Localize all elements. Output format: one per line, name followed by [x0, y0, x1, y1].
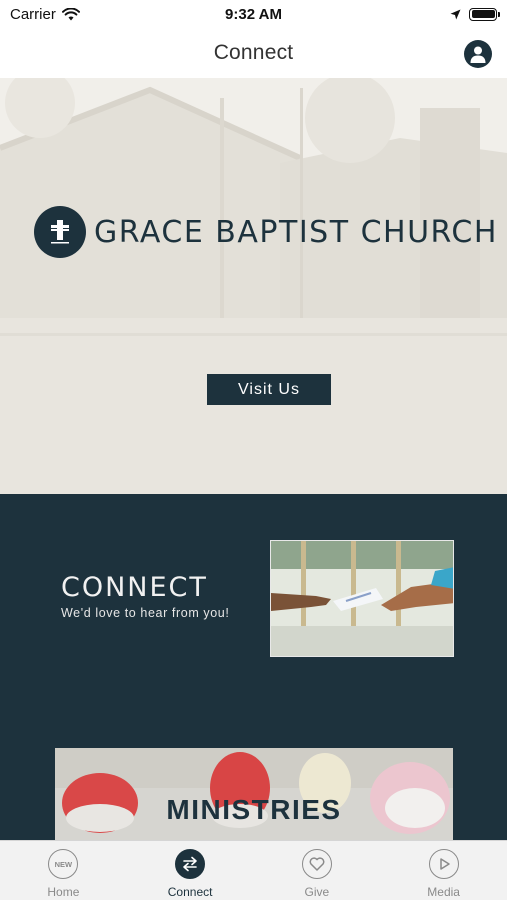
battery-icon	[469, 7, 500, 21]
new-badge-text: NEW	[54, 859, 73, 869]
hero-banner: GRACE BAPTIST CHURCH Visit Us	[0, 78, 507, 494]
connect-subtitle[interactable]: We'd love to hear from you!	[61, 606, 229, 620]
church-building-photo	[0, 78, 507, 494]
carrier-label: Carrier	[10, 5, 56, 23]
cross-icon	[34, 206, 86, 258]
battery-level	[471, 10, 495, 18]
status-right	[327, 7, 500, 21]
connect-photo[interactable]	[270, 540, 454, 657]
status-left: Carrier	[10, 6, 180, 23]
church-name: GRACE BAPTIST CHURCH	[94, 214, 498, 250]
person-icon	[470, 46, 486, 63]
heart-icon	[301, 849, 332, 879]
tab-media[interactable]: Media	[380, 841, 507, 900]
ministries-card[interactable]: MINISTRIES	[55, 748, 453, 840]
wifi-icon	[61, 7, 80, 20]
ministries-title: MINISTRIES	[166, 794, 342, 825]
tab-give-label: Give	[304, 885, 330, 899]
tab-media-label: Media	[427, 885, 460, 899]
connect-heading[interactable]: CONNECT	[61, 572, 208, 603]
tab-connect-label: Connect	[167, 885, 213, 899]
swap-arrows-icon	[175, 849, 206, 879]
new-badge-icon: NEW	[48, 849, 79, 879]
nav-bar: Connect	[0, 28, 507, 78]
content-section: CONNECT We'd love to hear from you! MINI…	[0, 494, 507, 840]
tab-bar: NEW Home Connect Give Media	[0, 840, 507, 900]
tab-home-label: Home	[47, 885, 80, 899]
location-arrow-icon	[450, 9, 461, 19]
tab-home[interactable]: NEW Home	[0, 841, 127, 900]
tab-give[interactable]: Give	[254, 841, 381, 900]
status-time: 9:32 AM	[225, 5, 282, 23]
page-title: Connect	[213, 41, 294, 64]
tab-connect[interactable]: Connect	[127, 841, 254, 900]
visit-us-button[interactable]: Visit Us	[207, 374, 331, 405]
play-icon	[428, 849, 459, 879]
status-bar: Carrier 9:32 AM	[0, 0, 507, 28]
church-logo: GRACE BAPTIST CHURCH	[34, 206, 498, 258]
profile-button[interactable]	[464, 40, 492, 68]
